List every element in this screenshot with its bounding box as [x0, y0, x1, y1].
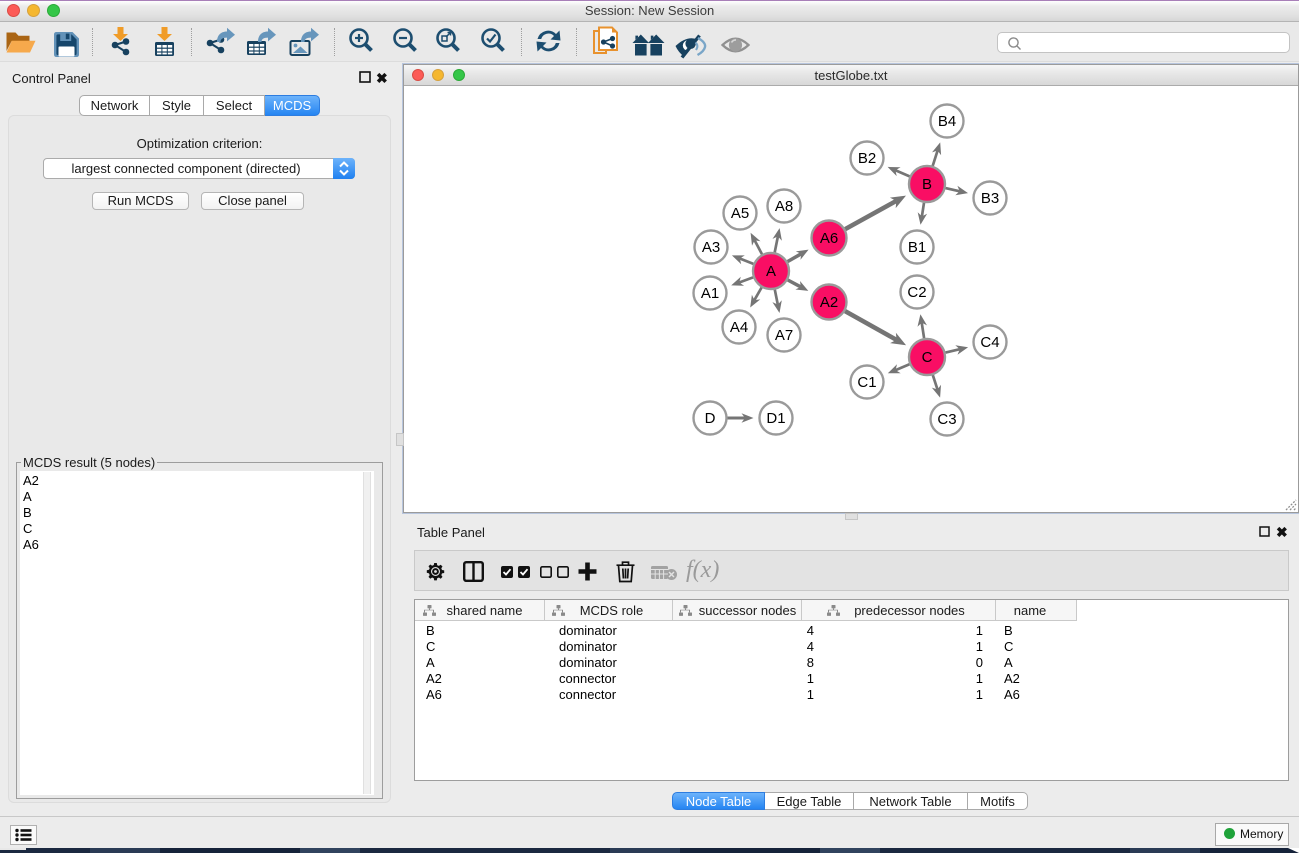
- svg-text:B3: B3: [981, 190, 999, 207]
- svg-text:A: A: [766, 263, 776, 280]
- svg-text:C3: C3: [937, 411, 956, 428]
- svg-text:A4: A4: [730, 319, 748, 336]
- svg-text:B2: B2: [858, 150, 876, 167]
- svg-text:A3: A3: [702, 239, 720, 256]
- svg-text:A6: A6: [820, 230, 838, 247]
- svg-text:C2: C2: [907, 284, 926, 301]
- svg-text:A7: A7: [775, 327, 793, 344]
- svg-text:C: C: [922, 349, 933, 366]
- svg-text:A8: A8: [775, 198, 793, 215]
- svg-text:C4: C4: [980, 334, 999, 351]
- svg-text:A1: A1: [701, 285, 719, 302]
- svg-text:B1: B1: [908, 239, 926, 256]
- svg-text:D: D: [705, 410, 716, 427]
- svg-text:B: B: [922, 176, 932, 193]
- svg-text:C1: C1: [857, 374, 876, 391]
- svg-text:A5: A5: [731, 205, 749, 222]
- svg-text:B4: B4: [938, 113, 956, 130]
- svg-text:A2: A2: [820, 294, 838, 311]
- svg-text:D1: D1: [766, 410, 785, 427]
